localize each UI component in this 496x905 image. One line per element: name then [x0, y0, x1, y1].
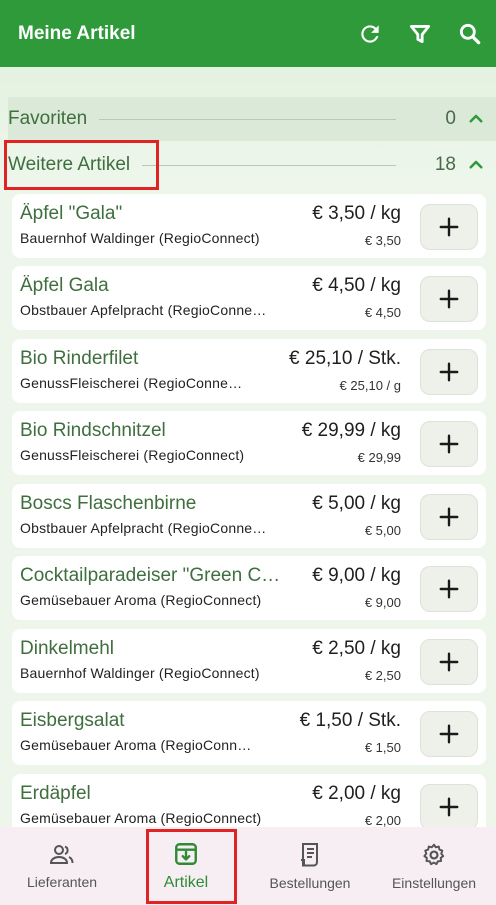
archive-download-icon: [175, 842, 197, 865]
add-to-cart-button[interactable]: [420, 421, 478, 467]
article-card[interactable]: Eisbergsalat Gemüsebauer Aroma (RegioCon…: [12, 701, 486, 765]
article-price: € 25,10 / Stk.: [289, 348, 401, 369]
add-to-cart-button[interactable]: [420, 639, 478, 685]
article-supplier: Gemüsebauer Aroma (RegioConn…: [20, 737, 252, 753]
plus-icon: [439, 362, 459, 382]
chevron-up-icon[interactable]: [456, 143, 496, 187]
article-supplier: Gemüsebauer Aroma (RegioConnect): [20, 592, 262, 608]
article-price: € 4,50 / kg: [312, 275, 401, 296]
article-name: Äpfel "Gala": [20, 203, 123, 224]
section-favorites-label: Favoriten: [8, 108, 88, 129]
article-unit-price: € 5,00: [364, 523, 401, 538]
nav-item-lieferanten[interactable]: Lieferanten: [0, 827, 124, 905]
article-card[interactable]: Boscs Flaschenbirne Obstbauer Apfelprach…: [12, 484, 486, 548]
section-more-articles-label: Weitere Artikel: [8, 154, 131, 175]
plus-icon: [439, 217, 459, 237]
bottom-navigation: Lieferanten Artikel Bestellungen Einstel…: [0, 827, 496, 905]
people-icon: [49, 844, 74, 864]
nav-item-einstellungen[interactable]: Einstellungen: [372, 827, 496, 905]
gear-icon: [423, 843, 445, 865]
article-card[interactable]: Äpfel "Gala" Bauernhof Waldinger (RegioC…: [12, 194, 486, 258]
article-name: Erdäpfel: [20, 783, 91, 804]
receipt-icon: [301, 842, 318, 866]
chevron-up-icon[interactable]: [456, 97, 496, 141]
search-button[interactable]: [454, 18, 486, 50]
article-name: Eisbergsalat: [20, 710, 125, 731]
article-supplier: Obstbauer Apfelpracht (RegioConne…: [20, 520, 267, 536]
add-to-cart-button[interactable]: [420, 784, 478, 827]
filter-button[interactable]: [404, 18, 436, 50]
article-price: € 29,99 / kg: [301, 420, 401, 441]
plus-icon: [439, 579, 459, 599]
add-to-cart-button[interactable]: [420, 276, 478, 322]
article-supplier: GenussFleischerei (RegioConne…: [20, 375, 243, 391]
article-name: Äpfel Gala: [20, 275, 109, 296]
article-card[interactable]: Erdäpfel Gemüsebauer Aroma (RegioConnect…: [12, 774, 486, 827]
article-supplier: GenussFleischerei (RegioConnect): [20, 447, 245, 463]
article-unit-price: € 2,00: [364, 813, 401, 827]
nav-label: Einstellungen: [391, 874, 477, 891]
add-to-cart-button[interactable]: [420, 494, 478, 540]
article-unit-price: € 2,50: [364, 668, 401, 683]
add-to-cart-button[interactable]: [420, 349, 478, 395]
article-card[interactable]: Äpfel Gala Obstbauer Apfelpracht (RegioC…: [12, 266, 486, 330]
app-bar-actions: [354, 18, 496, 50]
article-price: € 1,50 / Stk.: [299, 710, 401, 731]
article-price: € 3,50 / kg: [312, 203, 401, 224]
article-card[interactable]: Dinkelmehl Bauernhof Waldinger (RegioCon…: [12, 629, 486, 693]
add-to-cart-button[interactable]: [420, 711, 478, 757]
article-name: Bio Rindschnitzel: [20, 420, 166, 441]
section-favorites-header[interactable]: Favoriten 0: [8, 97, 496, 141]
nav-item-artikel[interactable]: Artikel: [124, 827, 248, 905]
plus-icon: [439, 434, 459, 454]
nav-item-bestellungen[interactable]: Bestellungen: [248, 827, 372, 905]
article-card[interactable]: Bio Rindschnitzel GenussFleischerei (Reg…: [12, 411, 486, 475]
article-price: € 9,00 / kg: [312, 565, 401, 586]
nav-label: Bestellungen: [269, 874, 351, 891]
add-to-cart-button[interactable]: [420, 204, 478, 250]
refresh-icon: [361, 24, 379, 43]
plus-icon: [439, 289, 459, 309]
plus-icon: [439, 724, 459, 744]
article-supplier: Gemüsebauer Aroma (RegioConnect): [20, 810, 262, 826]
article-card[interactable]: Cocktailparadeiser "Green C… Gemüsebauer…: [12, 556, 486, 620]
article-unit-price: € 4,50: [364, 305, 401, 320]
add-to-cart-button[interactable]: [420, 566, 478, 612]
article-name: Dinkelmehl: [20, 638, 114, 659]
section-more-articles-header[interactable]: Weitere Artikel 18: [8, 143, 496, 187]
article-unit-price: € 29,99: [357, 450, 401, 465]
article-unit-price: € 3,50: [364, 233, 401, 248]
section-more-articles-count: 18: [434, 154, 456, 175]
divider: [142, 164, 396, 166]
article-unit-price: € 1,50: [364, 740, 401, 755]
article-card[interactable]: Bio Rinderfilet GenussFleischerei (Regio…: [12, 339, 486, 403]
article-price: € 2,00 / kg: [312, 783, 401, 804]
page-title: Meine Artikel: [18, 22, 136, 44]
article-price: € 5,00 / kg: [312, 493, 401, 514]
article-supplier: Bauernhof Waldinger (RegioConnect): [20, 230, 260, 246]
plus-icon: [439, 652, 459, 672]
nav-label: Artikel: [163, 873, 209, 891]
plus-icon: [439, 797, 459, 817]
app-bar: Meine Artikel: [0, 0, 496, 67]
article-unit-price: € 9,00: [364, 595, 401, 610]
nav-label: Lieferanten: [26, 873, 98, 890]
divider: [99, 118, 396, 120]
article-unit-price: € 25,10 / g: [339, 378, 401, 393]
refresh-button[interactable]: [354, 18, 386, 50]
plus-icon: [439, 507, 459, 527]
article-price: € 2,50 / kg: [312, 638, 401, 659]
article-supplier: Bauernhof Waldinger (RegioConnect): [20, 665, 260, 681]
article-supplier: Obstbauer Apfelpracht (RegioConne…: [20, 302, 267, 318]
search-icon: [459, 23, 481, 44]
section-favorites-count: 0: [445, 108, 456, 129]
article-name: Bio Rinderfilet: [20, 348, 139, 369]
article-name: Boscs Flaschenbirne: [20, 493, 197, 514]
article-name: Cocktailparadeiser "Green C…: [20, 565, 281, 586]
article-list-area[interactable]: Favoriten 0 Weitere Artikel 18 Äpfel "Ga…: [0, 67, 496, 827]
filter-icon: [409, 24, 431, 43]
